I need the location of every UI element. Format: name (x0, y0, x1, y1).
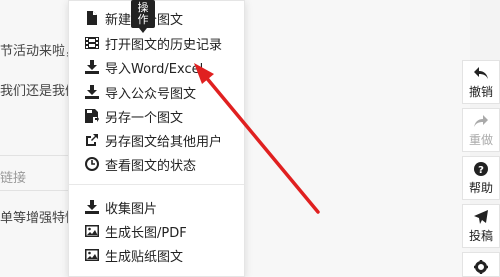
settings-button[interactable] (462, 252, 500, 277)
save-as-icon (85, 109, 99, 123)
menu-item-label: 另存图文给其他用户 (105, 134, 223, 150)
menu-item-share-user[interactable]: 另存图文给其他用户 (69, 128, 244, 152)
share-icon (85, 133, 99, 147)
menu-item-label: 导入Word/Excel (105, 61, 204, 77)
undo-button[interactable]: 撤销 (462, 60, 500, 104)
redo-icon (474, 113, 488, 129)
undo-icon (474, 65, 488, 81)
menu-item-import-wechat[interactable]: 导入公众号图文 (69, 80, 244, 104)
new-doc-icon (85, 11, 99, 25)
menu-item-sticker[interactable]: 生成贴纸图文 (69, 243, 244, 267)
editor-text-line: 单等增强特性 (0, 211, 79, 226)
redo-button[interactable]: 重做 (462, 108, 500, 152)
link-input[interactable]: 链接 (0, 167, 26, 186)
menu-item-collect-images[interactable]: 收集图片 (69, 195, 244, 219)
help-button[interactable]: ? 帮助 (462, 156, 500, 200)
menu-item-import-word[interactable]: 导入Word/Excel (69, 55, 244, 79)
operations-tooltip: 操 作 (131, 0, 155, 33)
editor-divider (0, 190, 70, 191)
menu-separator (69, 184, 244, 185)
operations-menu: 新建一个图文 打开图文的历史记录 导入Word/Excel 导入公众号图文 另存… (68, 0, 245, 277)
image-icon (85, 224, 99, 238)
editor-text-line: 节活动来啦， (0, 44, 79, 59)
undo-label: 撤销 (468, 84, 493, 99)
collect-icon (85, 200, 99, 214)
menu-item-label: 打开图文的历史记录 (105, 37, 223, 53)
menu-item-label: 收集图片 (105, 201, 158, 217)
gear-icon (474, 259, 488, 274)
menu-item-label: 生成长图/PDF (105, 225, 187, 241)
film-history-icon (85, 36, 99, 50)
menu-item-long-image-pdf[interactable]: 生成长图/PDF (69, 219, 244, 243)
menu-item-label: 导入公众号图文 (105, 86, 197, 102)
submit-label: 投稿 (468, 228, 493, 243)
menu-item-label: 查看图文的状态 (105, 158, 197, 174)
import-icon (85, 85, 99, 99)
help-label: 帮助 (468, 180, 493, 195)
menu-item-history[interactable]: 打开图文的历史记录 (69, 31, 244, 55)
image-icon (85, 248, 99, 262)
menu-item-view-status[interactable]: 查看图文的状态 (69, 152, 244, 176)
status-clock-icon (85, 157, 99, 171)
menu-item-label: 生成贴纸图文 (105, 249, 184, 265)
menu-item-save-as[interactable]: 另存一个图文 (69, 104, 244, 128)
menu-item-label: 另存一个图文 (105, 110, 184, 126)
menu-item-new-doc[interactable]: 新建一个图文 (69, 6, 244, 30)
send-icon (474, 209, 488, 225)
svg-text:?: ? (478, 165, 484, 176)
editor-text-line: 我们还是我们 (0, 84, 79, 99)
tooltip-text: 操 作 (137, 1, 149, 26)
editor-divider (0, 155, 70, 156)
help-icon: ? (474, 161, 488, 177)
import-icon (85, 60, 99, 74)
submit-button[interactable]: 投稿 (462, 204, 500, 248)
redo-label: 重做 (468, 132, 493, 147)
